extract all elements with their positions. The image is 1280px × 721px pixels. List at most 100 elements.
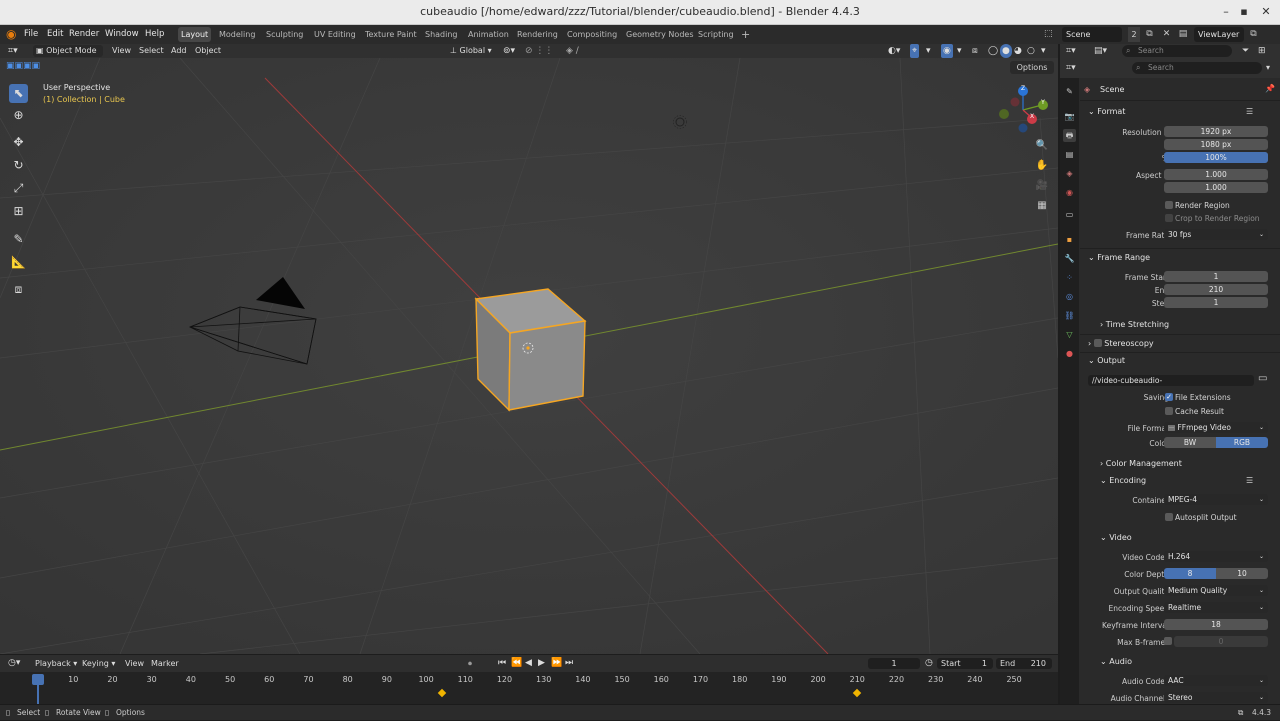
audio-channels-dropdown[interactable]: Stereo ⌄ (1164, 692, 1268, 703)
frame-step-field[interactable]: 1 (1164, 297, 1268, 308)
options-dropdown[interactable]: Options (1010, 61, 1054, 74)
shading-dropdown-icon[interactable]: ▾ (1041, 44, 1046, 58)
menu-file[interactable]: File (20, 25, 42, 44)
encoding-presets-icon[interactable]: ☰ (1246, 476, 1253, 485)
resolution-pct-slider[interactable]: 100% (1164, 152, 1268, 163)
gizmo-dropdown-icon[interactable]: ▾ (926, 44, 931, 58)
3d-viewport[interactable]: Z Y X ▣▣▣▣ Options User Perspective (1) … (0, 58, 1058, 654)
outliner-search-input[interactable]: Search (1122, 45, 1232, 57)
tab-rendering[interactable]: Rendering (514, 27, 561, 42)
play-icon[interactable]: ▶ (538, 655, 545, 672)
crop-region-checkbox[interactable] (1165, 214, 1173, 222)
material-shading-icon[interactable]: ◕ (1014, 44, 1022, 58)
snap-icon[interactable]: ⊘ ⋮⋮ (525, 44, 553, 58)
properties-search-input[interactable]: Search (1132, 62, 1262, 74)
render-tab-icon[interactable]: 📷 (1063, 110, 1076, 123)
properties-options-icon[interactable]: ▾ (1266, 58, 1270, 78)
data-tab-icon[interactable]: ▽ (1063, 328, 1076, 341)
presets-icon[interactable]: ☰ (1246, 107, 1253, 116)
maximize-button[interactable]: ▪ (1234, 0, 1254, 24)
tab-animation[interactable]: Animation (465, 27, 512, 42)
play-reverse-icon[interactable]: ◀ (525, 655, 532, 672)
pivot-icon[interactable]: ⊚▾ (503, 44, 515, 58)
orientation-dropdown[interactable]: ⊥ Global ▾ (450, 44, 492, 58)
resolution-x-field[interactable]: 1920 px (1164, 126, 1268, 137)
format-panel-header[interactable]: ⌄ Format (1088, 107, 1125, 116)
rotate-tool-icon[interactable]: ↻ (9, 156, 28, 175)
max-bframes-field[interactable]: 0 (1174, 636, 1268, 647)
modifier-tab-icon[interactable]: 🔧 (1063, 252, 1076, 265)
video-panel-header[interactable]: ⌄ Video (1100, 533, 1132, 542)
proportional-edit-icon[interactable]: ◈ ∕ (566, 44, 579, 58)
minimize-button[interactable]: – (1216, 0, 1236, 24)
audio-panel-header[interactable]: ⌄ Audio (1100, 657, 1132, 666)
max-bframes-checkbox[interactable] (1164, 637, 1172, 645)
timeline-view-menu[interactable]: View (125, 655, 144, 672)
timeline-marker-menu[interactable]: Marker (151, 655, 179, 672)
frame-start-field[interactable]: 1 (1164, 271, 1268, 282)
menu-help[interactable]: Help (141, 25, 168, 44)
close-button[interactable]: ✕ (1256, 0, 1276, 24)
cache-result-checkbox[interactable] (1165, 407, 1173, 415)
menu-view[interactable]: View (112, 44, 131, 58)
color-bw-button[interactable]: BW (1164, 437, 1216, 448)
auto-keying-icon[interactable]: ⏺ (468, 655, 472, 672)
particles-tab-icon[interactable]: ⁘ (1063, 271, 1076, 284)
tab-layout[interactable]: Layout (178, 27, 212, 42)
xray-toggle-icon[interactable]: ⧈ (972, 44, 978, 58)
encoding-panel-header[interactable]: ⌄ Encoding (1100, 476, 1146, 485)
color-depth-8-button[interactable]: 8 (1164, 568, 1216, 579)
color-depth-10-button[interactable]: 10 (1216, 568, 1268, 579)
menu-select[interactable]: Select (139, 44, 164, 58)
transform-tool-icon[interactable]: ⊞ (9, 202, 28, 221)
mode-dropdown[interactable]: ▣ Object Mode ▾ (33, 45, 103, 67)
outliner-editor-icon[interactable]: ⌗▾ (1066, 44, 1076, 58)
menu-render[interactable]: Render (65, 25, 103, 44)
resolution-y-field[interactable]: 1080 px (1164, 139, 1268, 150)
overlay-toggle-icon[interactable]: ◉ (941, 44, 953, 58)
render-region-checkbox[interactable] (1165, 201, 1173, 209)
output-path-input[interactable]: //video-cubeaudio- (1088, 375, 1254, 386)
new-scene-icon[interactable]: ⧉ (1143, 27, 1156, 42)
tool-tab-icon[interactable]: ✎ (1063, 85, 1076, 98)
menu-edit[interactable]: Edit (43, 25, 67, 44)
aspect-x-field[interactable]: 1.000 (1164, 169, 1268, 180)
preview-range-icon[interactable]: ◷ (925, 655, 933, 672)
output-quality-dropdown[interactable]: Medium Quality ⌄ (1164, 585, 1268, 596)
jump-start-icon[interactable]: ⏮ (498, 655, 506, 672)
zoom-icon[interactable]: 🔍 (1034, 138, 1050, 154)
keyframe-diamond[interactable] (437, 688, 446, 698)
scene-tab-icon[interactable]: ◈ (1063, 167, 1076, 180)
properties-editor-icon[interactable]: ⌗▾ (1066, 58, 1076, 78)
measure-tool-icon[interactable]: 📐 (9, 253, 28, 272)
end-frame-field[interactable]: End 210 (996, 658, 1052, 669)
tab-sculpting[interactable]: Sculpting (263, 27, 306, 42)
frame-range-panel-header[interactable]: ⌄ Frame Range (1088, 253, 1150, 262)
view-layer-icon[interactable]: ▤ (1176, 27, 1190, 42)
scene-selector[interactable]: Scene (1062, 27, 1122, 42)
overlay-dropdown-icon[interactable]: ▾ (957, 44, 962, 58)
color-management-panel-header[interactable]: › Color Management (1100, 459, 1182, 468)
menu-add[interactable]: Add (171, 44, 187, 58)
keyframe-interval-field[interactable]: 18 (1164, 619, 1268, 630)
view-layer-tab-icon[interactable]: ▤ (1063, 148, 1076, 161)
timeline-playback-menu[interactable]: Playback ▾ (35, 655, 77, 672)
selection-mode-icons[interactable]: ▣▣▣▣ (6, 61, 40, 71)
start-frame-field[interactable]: Start 1 (937, 658, 993, 669)
editor-type-icon[interactable]: ⌗▾ (8, 44, 18, 58)
color-rgb-button[interactable]: RGB (1216, 437, 1268, 448)
move-tool-icon[interactable]: ✥ (9, 133, 28, 152)
time-stretching-panel-header[interactable]: › Time Stretching (1100, 320, 1169, 329)
container-dropdown[interactable]: MPEG-4 ⌄ (1164, 494, 1268, 505)
rendered-shading-icon[interactable]: ○ (1027, 44, 1035, 58)
menu-object[interactable]: Object (195, 44, 221, 58)
timeline-keying-menu[interactable]: Keying ▾ (82, 655, 115, 672)
tab-modeling[interactable]: Modeling (216, 27, 258, 42)
solid-shading-icon[interactable]: ● (1000, 44, 1012, 58)
keyframe-diamond[interactable] (853, 688, 862, 698)
filter-icon[interactable]: ⏷ (1242, 44, 1249, 58)
new-collection-icon[interactable]: ⊞ (1258, 44, 1266, 58)
camera-view-icon[interactable]: 🎥 (1034, 178, 1050, 194)
tab-texture-paint[interactable]: Texture Paint (362, 27, 420, 42)
output-panel-header[interactable]: ⌄ Output (1088, 356, 1125, 365)
